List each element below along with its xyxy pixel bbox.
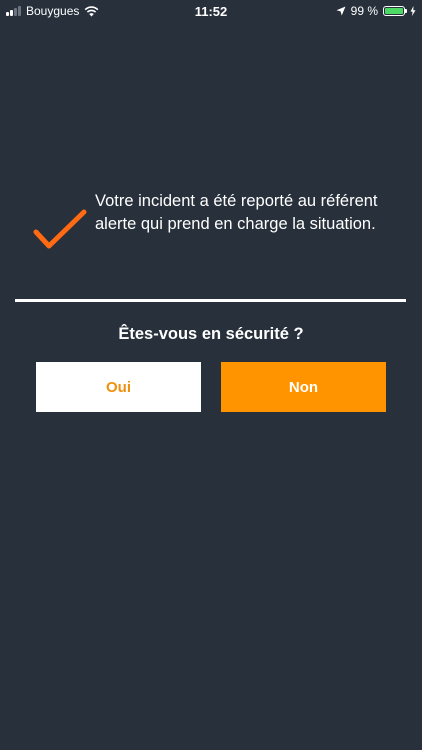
confirmation-block: Votre incident a été reporté au référent… xyxy=(30,190,400,260)
battery-icon xyxy=(383,6,407,16)
safety-question: Êtes-vous en sécurité ? xyxy=(118,325,304,343)
status-bar: Bouygues 11:52 99 % xyxy=(0,0,422,22)
check-icon xyxy=(33,209,87,249)
confirmation-message: Votre incident a été reporté au référent… xyxy=(95,192,378,233)
battery-level xyxy=(385,8,403,14)
no-button[interactable]: Non xyxy=(221,362,386,412)
divider xyxy=(15,299,406,302)
battery-percent: 99 % xyxy=(350,4,378,18)
status-right: 99 % xyxy=(336,4,416,18)
location-arrow-icon xyxy=(336,6,346,16)
yes-button[interactable]: Oui xyxy=(36,362,201,412)
charging-bolt-icon xyxy=(410,6,416,16)
screen: Bouygues 11:52 99 % Votre incident a été… xyxy=(0,0,422,750)
